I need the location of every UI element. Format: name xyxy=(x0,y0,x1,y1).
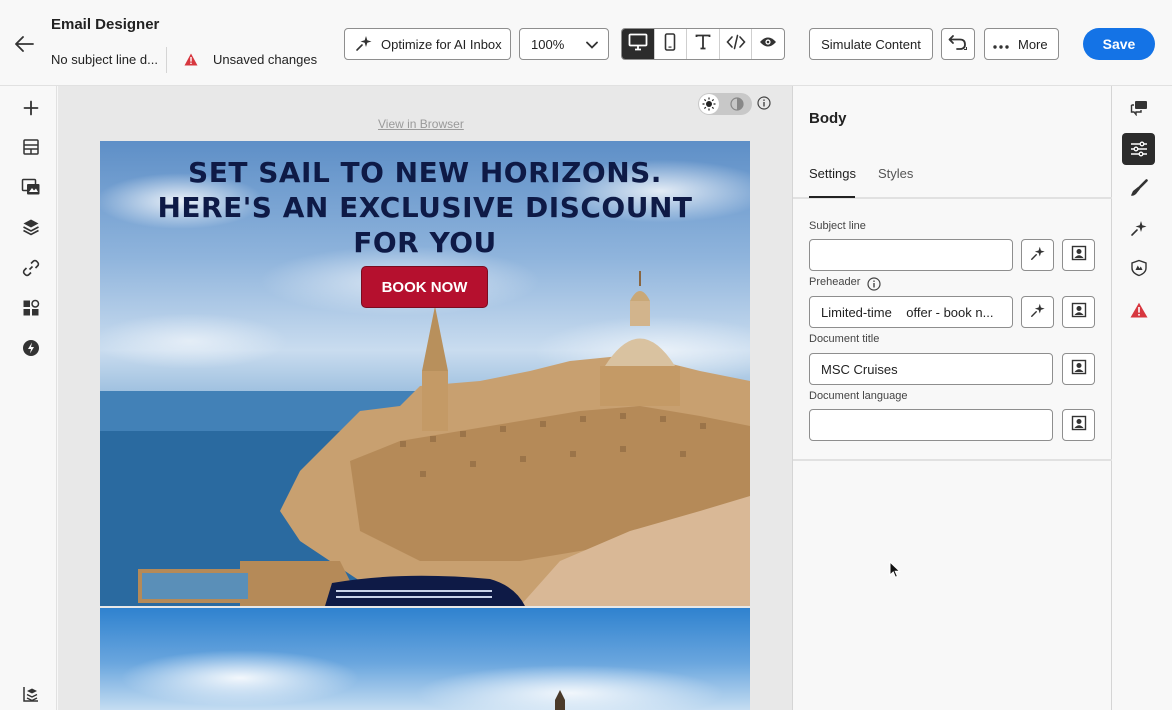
header-divider xyxy=(166,47,167,73)
mouse-cursor-icon xyxy=(889,560,901,584)
desktop-view-button[interactable] xyxy=(622,29,655,59)
document-title-label: Document title xyxy=(809,333,880,345)
eye-icon xyxy=(759,35,777,53)
personalization-icon xyxy=(1071,415,1087,436)
link-icon[interactable] xyxy=(19,256,43,280)
toolbar-icon[interactable] xyxy=(19,682,43,706)
tower-silhouette xyxy=(555,690,565,710)
ai-sparkle-icon xyxy=(1030,302,1046,323)
zoom-value: 100% xyxy=(531,36,565,52)
tab-settings[interactable]: Settings xyxy=(809,166,856,181)
ai-sparkle-icon[interactable] xyxy=(1122,212,1155,244)
headline-line-3: FOR YOU xyxy=(353,226,497,259)
sun-icon xyxy=(699,94,719,114)
undo-button[interactable] xyxy=(941,28,975,60)
second-image-block[interactable] xyxy=(100,608,750,710)
mobile-view-button[interactable] xyxy=(655,29,688,59)
active-tab-indicator xyxy=(809,196,855,198)
info-icon[interactable] xyxy=(757,96,771,115)
subject-line-input[interactable] xyxy=(809,239,1013,271)
brush-icon[interactable] xyxy=(1122,172,1155,204)
text-view-button[interactable] xyxy=(687,29,720,59)
warning-icon[interactable] xyxy=(1122,294,1155,326)
view-mode-toggle-group xyxy=(621,28,785,60)
preheader-input[interactable]: Limited-time offer - book n... xyxy=(809,296,1013,328)
view-in-browser-link[interactable]: View in Browser xyxy=(378,117,464,131)
desktop-icon xyxy=(628,33,648,56)
lightning-icon[interactable] xyxy=(19,336,43,360)
hero-image-block[interactable]: SET SAIL TO NEW HORIZONS. HERE'S AN EXCL… xyxy=(100,141,750,606)
back-arrow-icon[interactable] xyxy=(12,32,36,56)
headline-line-2: HERE'S AN EXCLUSIVE DISCOUNT xyxy=(157,191,693,224)
personalization-icon xyxy=(1071,359,1087,380)
media-icon[interactable] xyxy=(19,175,43,199)
theme-toggle[interactable] xyxy=(698,93,752,115)
undo-icon xyxy=(948,34,968,55)
properties-panel: Body Settings Styles Subject line Prehea… xyxy=(792,86,1112,710)
panel-title: Body xyxy=(809,110,847,127)
layers-icon[interactable] xyxy=(19,215,43,239)
preheader-ai-button[interactable] xyxy=(1021,296,1054,328)
warning-icon xyxy=(184,53,198,67)
optimize-ai-inbox-button[interactable]: Optimize for AI Inbox xyxy=(344,28,511,60)
info-icon[interactable] xyxy=(867,277,881,296)
validation-icon[interactable] xyxy=(1122,252,1155,284)
chevron-down-icon xyxy=(586,37,598,52)
preheader-personalize-button[interactable] xyxy=(1062,296,1095,328)
subject-personalize-button[interactable] xyxy=(1062,239,1095,271)
fragments-icon[interactable] xyxy=(19,296,43,320)
document-language-input[interactable] xyxy=(809,409,1053,441)
mobile-icon xyxy=(664,32,676,56)
document-title-input[interactable]: MSC Cruises xyxy=(809,353,1053,385)
contrast-icon xyxy=(730,97,744,116)
simulate-content-button[interactable]: Simulate Content xyxy=(809,28,933,60)
ellipsis-icon xyxy=(993,37,1009,52)
preview-button[interactable] xyxy=(752,29,784,59)
right-toolbar xyxy=(1113,86,1172,710)
ai-sparkle-icon xyxy=(355,34,373,55)
preheader-label: Preheader xyxy=(809,276,861,288)
subject-line-status: No subject line d... xyxy=(51,52,158,67)
headline-line-1: SET SAIL TO NEW HORIZONS. xyxy=(188,156,662,189)
settings-sliders-icon[interactable] xyxy=(1122,133,1155,165)
simulate-label: Simulate Content xyxy=(821,36,921,52)
email-canvas[interactable]: View in Browser SET SAIL TO NEW HORIZONS… xyxy=(58,86,792,710)
settings-form: Subject line Preheader Limited-time offe… xyxy=(793,199,1112,461)
comments-icon[interactable] xyxy=(1122,92,1155,124)
code-icon xyxy=(726,34,746,55)
structure-icon[interactable] xyxy=(19,135,43,159)
text-icon xyxy=(695,34,711,55)
left-toolbar xyxy=(0,86,57,710)
top-bar: Email Designer No subject line d... Unsa… xyxy=(0,0,1172,86)
document-language-personalize-button[interactable] xyxy=(1062,409,1095,441)
more-label: More xyxy=(1018,36,1048,52)
subject-ai-button[interactable] xyxy=(1021,239,1054,271)
code-view-button[interactable] xyxy=(720,29,753,59)
hero-headline: SET SAIL TO NEW HORIZONS. HERE'S AN EXCL… xyxy=(100,155,750,260)
more-button[interactable]: More xyxy=(984,28,1059,60)
personalization-icon xyxy=(1071,302,1087,323)
page-title: Email Designer xyxy=(51,16,160,33)
book-now-button[interactable]: BOOK NOW xyxy=(361,266,488,308)
tab-styles[interactable]: Styles xyxy=(878,166,913,181)
subject-line-label: Subject line xyxy=(809,220,866,232)
plus-icon[interactable] xyxy=(19,96,43,120)
personalization-icon xyxy=(1071,245,1087,266)
document-language-label: Document language xyxy=(809,390,908,402)
unsaved-changes-label: Unsaved changes xyxy=(213,52,318,67)
document-title-personalize-button[interactable] xyxy=(1062,353,1095,385)
optimize-label: Optimize for AI Inbox xyxy=(381,36,502,52)
zoom-select[interactable]: 100% xyxy=(519,28,609,60)
ai-sparkle-icon xyxy=(1030,245,1046,266)
save-button[interactable]: Save xyxy=(1083,28,1155,60)
panel-tabs: Settings Styles xyxy=(793,158,1112,199)
